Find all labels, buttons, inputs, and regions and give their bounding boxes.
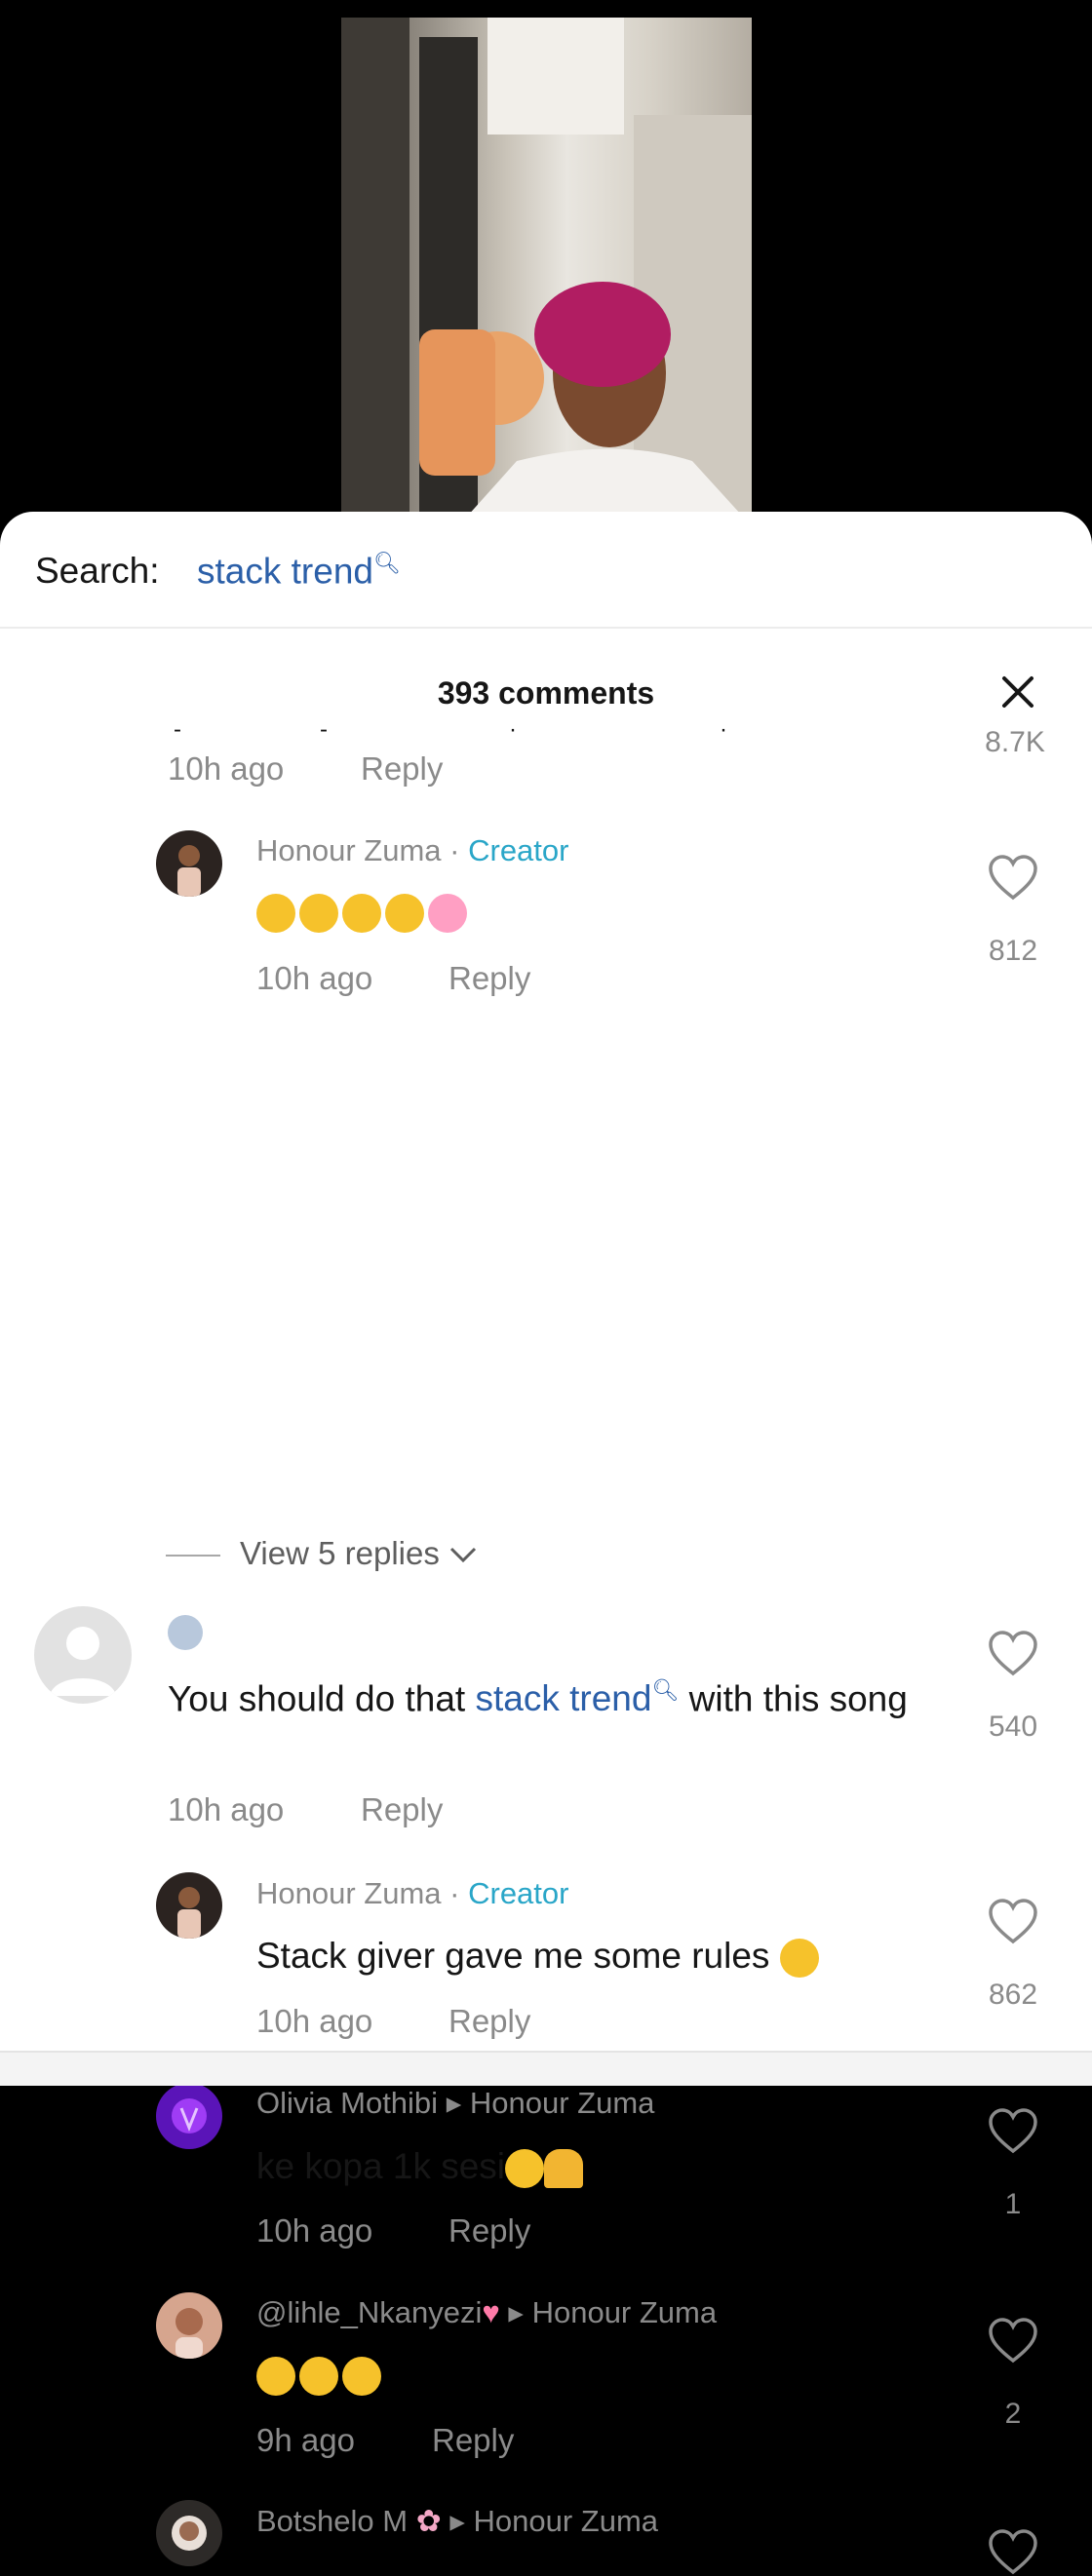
reply-target[interactable]: Honour Zuma [470,2086,655,2120]
comment-username[interactable]: Honour Zuma · Creator [256,833,568,868]
comment-emojis [256,2357,381,2396]
crying-emoji-icon [256,894,295,933]
laughing-emoji-icon [256,2357,295,2396]
search-term-text[interactable]: stack trend [197,551,373,591]
heart-icon[interactable] [988,1631,1038,1677]
heart-icon[interactable] [988,2108,1038,2155]
like-count: 2 [1004,2398,1022,2430]
chevron-down-icon [449,1547,477,1563]
like-count: 1 [1004,2188,1022,2220]
like-count: 862 [988,1979,1038,2011]
view-replies-line [166,1555,220,1557]
search-label: Search: [35,551,160,591]
heart-icon[interactable] [988,2529,1038,2576]
like-count: 812 [988,935,1038,967]
avatar[interactable] [156,2500,222,2566]
laughing-emoji-icon [299,2357,338,2396]
video-area[interactable] [0,0,1092,526]
like-count: 540 [988,1711,1038,1743]
reply-button[interactable]: Reply [432,2422,514,2459]
comment-username[interactable]: Honour Zuma · Creator [256,1876,568,1911]
comment-text: You should do that stack trend🔍︎ with th… [168,1678,908,1719]
avatar[interactable] [156,1872,222,1939]
reply-button[interactable]: Reply [361,1791,443,1828]
comment-username[interactable]: Olivia Mothibi ▸ Honour Zuma [256,2086,654,2121]
comment-text: Stack giver gave me some rules [256,1927,819,1985]
creator-badge: Creator [468,833,569,867]
default-avatar-icon[interactable] [34,1606,132,1704]
reply-button[interactable]: Reply [448,960,530,997]
reply-target[interactable]: Honour Zuma [532,2295,718,2329]
comment-time: 10h ago [256,2212,373,2249]
reply-button[interactable]: Reply [448,2003,530,2040]
reply-target[interactable]: Honour Zuma [474,2504,659,2538]
laughing-emoji-icon [342,2357,381,2396]
comment-time: 10h ago [168,1791,285,1827]
search-icon: 🔍︎ [651,1678,680,1703]
close-icon[interactable] [998,673,1037,711]
comment-time: 10h ago [256,2003,373,2039]
comments-sheet: Search: stack trend🔍︎ 393 comments - - ·… [0,512,1092,2575]
search-term-link[interactable]: stack trend🔍︎ [197,551,401,592]
like-count: 8.7K [985,726,1045,758]
tongue-emoji-icon [385,894,424,933]
comment-text: ke kopa 1k sesi [256,2137,584,2196]
comment-username[interactable]: @lihle_Nkanyezi♥︎ ▸ Honour Zuma [256,2295,717,2330]
comment-input-bar[interactable] [0,2051,1092,2086]
heart-icon[interactable] [988,1899,1038,1945]
avatar[interactable] [156,830,222,897]
truncated-text-fragment: - [174,716,181,743]
search-icon: 🔍︎ [372,551,401,575]
pleading-emoji-icon [505,2149,545,2189]
ribbon-emoji-icon: ♥︎ [482,2295,500,2329]
avatar[interactable] [156,2083,222,2149]
video-thumbnail[interactable] [341,18,752,526]
open-hands-emoji-icon [544,2149,584,2189]
avatar[interactable] [156,2292,222,2359]
comments-count: 393 comments [437,675,655,711]
comment-time: 10h ago [256,960,373,996]
truncated-text-fragment: - [320,716,328,743]
reply-arrow-icon: ▸ [446,2086,462,2120]
creator-badge: Creator [468,1876,569,1910]
crying-emoji-icon [342,894,381,933]
sweat-smile-emoji-icon [779,1939,819,1979]
heart-icon[interactable] [988,2318,1038,2365]
search-term-link[interactable]: stack trend🔍︎ [475,1678,679,1718]
heart-icon[interactable] [988,855,1038,902]
reply-button[interactable]: Reply [448,2212,530,2249]
crying-emoji-icon [299,894,338,933]
truncated-text-fragment: · [509,716,517,743]
comment-time: 9h ago [256,2422,355,2458]
search-bar[interactable]: Search: stack trend🔍︎ [0,512,1092,629]
flower-emoji-icon: ✿ [415,2504,442,2538]
reply-arrow-icon: ▸ [449,2504,465,2538]
view-replies-button[interactable]: View 5 replies [166,1535,478,1572]
comment-time: 10h ago [168,750,285,787]
comment-username[interactable]: Botshelo M ✿ ▸ Honour Zuma [256,2504,658,2539]
reply-button[interactable]: Reply [361,750,443,788]
comment-emojis [256,894,467,933]
truncated-text-fragment: · [720,716,727,743]
username-badge-icon [168,1615,203,1650]
pink-heart-icon [428,894,467,933]
reply-arrow-icon: ▸ [508,2295,524,2329]
